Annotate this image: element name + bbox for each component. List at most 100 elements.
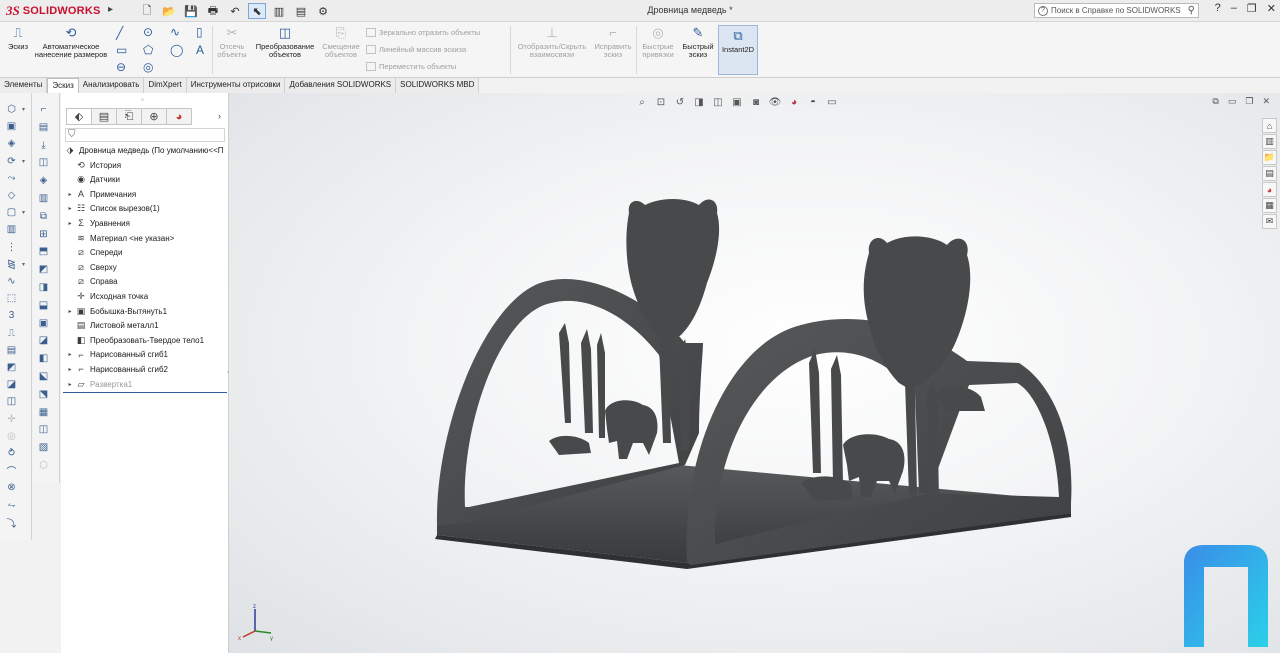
offset-entities-button[interactable]: ⎘ Смещение объектов: [320, 25, 362, 59]
tab-0[interactable]: Элементы: [0, 78, 48, 93]
rectangle-icon[interactable]: ▭: [116, 43, 127, 57]
tree-item[interactable]: ⟲ История: [65, 158, 121, 172]
sketch-tool-icon[interactable]: ⬡: [5, 103, 18, 116]
tab-3[interactable]: DimXpert: [144, 78, 187, 93]
mirror-tool-icon[interactable]: ⧎: [5, 258, 18, 271]
flex-tool-icon[interactable]: ⥊: [5, 499, 18, 512]
3d-sketch-icon[interactable]: 3: [5, 309, 18, 322]
tree-item[interactable]: ▸ ▱ Развертка1: [65, 377, 132, 391]
tree-item[interactable]: ◧ Преобразовать-Твердое тело1: [65, 333, 204, 347]
sheetmetal-feature-icon[interactable]: ⬡: [37, 459, 50, 472]
sheetmetal-tool-icon[interactable]: ▤: [5, 344, 18, 357]
sheetmetal-feature-icon[interactable]: ◩: [37, 263, 50, 276]
restore-icon[interactable]: ❐: [1247, 2, 1257, 15]
move-entities-button[interactable]: Переместить объекты: [366, 62, 456, 71]
slot-icon[interactable]: ▯: [196, 25, 203, 39]
configuration-manager-tab-icon[interactable]: ⎗: [116, 108, 142, 125]
sketch-button[interactable]: ⎍ Эскиз: [6, 25, 30, 51]
convert-entities-button[interactable]: ◫ Преобразование объектов: [252, 25, 318, 59]
sheetmetal-feature-icon[interactable]: ⊞: [37, 228, 50, 241]
tree-item[interactable]: ▸ ⌐ Нарисованный сгиб2: [65, 362, 168, 376]
flyout-arrow-icon[interactable]: ▾: [22, 106, 25, 113]
design-library-icon[interactable]: 📁: [1262, 150, 1277, 165]
sweep-tool-icon[interactable]: ⤳: [5, 172, 18, 185]
polygon-icon[interactable]: ⬠: [143, 43, 153, 57]
expand-arrow-icon[interactable]: ▸: [65, 381, 75, 388]
extrude-tool-icon[interactable]: ▣: [5, 120, 18, 133]
direct-edit-icon[interactable]: ◫: [5, 395, 18, 408]
zoom-to-area-icon[interactable]: ⊡: [654, 95, 668, 109]
tree-root[interactable]: ⬗ Дровница медведь (По умолчанию<<П: [64, 143, 224, 157]
circle-icon[interactable]: ⊙: [143, 25, 153, 39]
sheetmetal-feature-icon[interactable]: ◧: [37, 352, 50, 365]
rollback-bar[interactable]: [63, 392, 227, 393]
slot-straight-icon[interactable]: ⊖: [116, 60, 126, 74]
property-manager-tab-icon[interactable]: ▤: [91, 108, 117, 125]
expand-tabs-arrow-icon[interactable]: ›: [218, 111, 221, 121]
expand-arrow-icon[interactable]: ▸: [65, 191, 75, 198]
linear-pattern-button[interactable]: Линейный массив эскиза: [366, 45, 466, 54]
point-icon[interactable]: ◎: [143, 60, 153, 74]
tree-item[interactable]: ▸ A Примечания: [65, 187, 136, 201]
sheetmetal-feature-icon[interactable]: ⧉: [37, 210, 50, 223]
viewport-minimize-icon[interactable]: ▭: [1228, 96, 1237, 107]
instant3d-icon[interactable]: ⬚: [5, 292, 18, 305]
previous-view-icon[interactable]: ↺: [673, 95, 687, 109]
tree-item[interactable]: ⧄ Сверху: [65, 260, 117, 274]
ellipse-icon[interactable]: ◯: [170, 43, 183, 57]
sheetmetal-feature-icon[interactable]: ⬒: [37, 245, 50, 258]
sheetmetal-feature-icon[interactable]: ⬓: [37, 299, 50, 312]
deform-tool-icon[interactable]: ⤵: [5, 516, 18, 530]
viewport-split-icon[interactable]: ⧉: [1212, 96, 1218, 107]
tab-5[interactable]: Добавления SOLIDWORKS: [285, 78, 397, 93]
weldment-icon[interactable]: ⎍: [5, 327, 18, 340]
view-settings-icon[interactable]: ▭: [825, 95, 839, 109]
sheetmetal-feature-icon[interactable]: ▥: [37, 192, 50, 205]
section-view-icon[interactable]: ◨: [692, 95, 706, 109]
tab-4[interactable]: Инструменты отрисовки: [186, 78, 286, 93]
sheetmetal-feature-icon[interactable]: ⤓: [37, 139, 50, 152]
feature-tree-tab-icon[interactable]: ⬖: [66, 108, 92, 125]
tree-item[interactable]: ▤ Листовой металл1: [65, 319, 159, 333]
dome-tool-icon[interactable]: ⌒: [5, 464, 18, 478]
reference-geometry-icon[interactable]: ✛: [5, 413, 18, 426]
curves-tool-icon[interactable]: ∿: [5, 275, 18, 288]
help-menu-icon[interactable]: ?: [1215, 2, 1221, 15]
trim-button[interactable]: ✂ Отсечь объекты: [216, 25, 248, 59]
wrap-tool-icon[interactable]: ⥁: [5, 447, 18, 460]
expand-arrow-icon[interactable]: ▸: [65, 351, 75, 358]
expand-arrow-icon[interactable]: ▸: [65, 308, 75, 315]
flyout-arrow-icon[interactable]: ▾: [22, 209, 25, 216]
sheetmetal-feature-icon[interactable]: ▦: [37, 406, 50, 419]
tree-item[interactable]: ▸ Σ Уравнения: [65, 216, 129, 230]
sheetmetal-feature-icon[interactable]: ◨: [37, 281, 50, 294]
show-hide-relations-button[interactable]: ⊥ Отобразить/Скрыть взаимосвязи: [514, 25, 590, 59]
sheetmetal-feature-icon[interactable]: ▧: [37, 441, 50, 454]
dynamic-annotation-icon[interactable]: ◫: [711, 95, 725, 109]
sheetmetal-feature-icon[interactable]: ◪: [37, 334, 50, 347]
tree-item[interactable]: ≋ Материал <не указан>: [65, 231, 174, 245]
sheetmetal-feature-icon[interactable]: ◫: [37, 156, 50, 169]
repair-sketch-button[interactable]: ⌐ Исправить эскиз: [592, 25, 634, 59]
tree-item[interactable]: ▸ ⌐ Нарисованный сгиб1: [65, 348, 168, 362]
display-manager-tab-icon[interactable]: ◕: [166, 108, 192, 125]
sheetmetal-feature-icon[interactable]: ⬕: [37, 370, 50, 383]
appearances-icon[interactable]: ◕: [1262, 182, 1277, 197]
line-icon[interactable]: ╱: [116, 26, 123, 40]
shell-tool-icon[interactable]: ▢: [5, 206, 18, 219]
smart-dimension-button[interactable]: ⟲ Автоматическое нанесение размеров: [34, 25, 108, 59]
tree-filter[interactable]: ⛉: [65, 128, 225, 142]
sheetmetal-feature-icon[interactable]: ▤: [37, 121, 50, 134]
instant2d-button[interactable]: ⧉ Instant2D: [718, 25, 758, 75]
rapid-sketch-button[interactable]: ✎ Быстрый эскиз: [680, 25, 716, 59]
help-search-input[interactable]: Поиск в Справке по SOLIDWORKS: [1051, 6, 1181, 15]
home-icon[interactable]: ⌂: [1262, 118, 1277, 133]
sheetmetal-feature-icon[interactable]: ⬔: [37, 388, 50, 401]
close-icon[interactable]: ✕: [1267, 2, 1276, 15]
spline-icon[interactable]: ∿: [170, 25, 180, 39]
forum-icon[interactable]: ✉: [1262, 214, 1277, 229]
tree-item[interactable]: ⧄ Справа: [65, 275, 118, 289]
fillet-tool-icon[interactable]: ◈: [5, 137, 18, 150]
file-explorer-icon[interactable]: ▤: [1262, 166, 1277, 181]
expand-arrow-icon[interactable]: ▸: [65, 220, 75, 227]
